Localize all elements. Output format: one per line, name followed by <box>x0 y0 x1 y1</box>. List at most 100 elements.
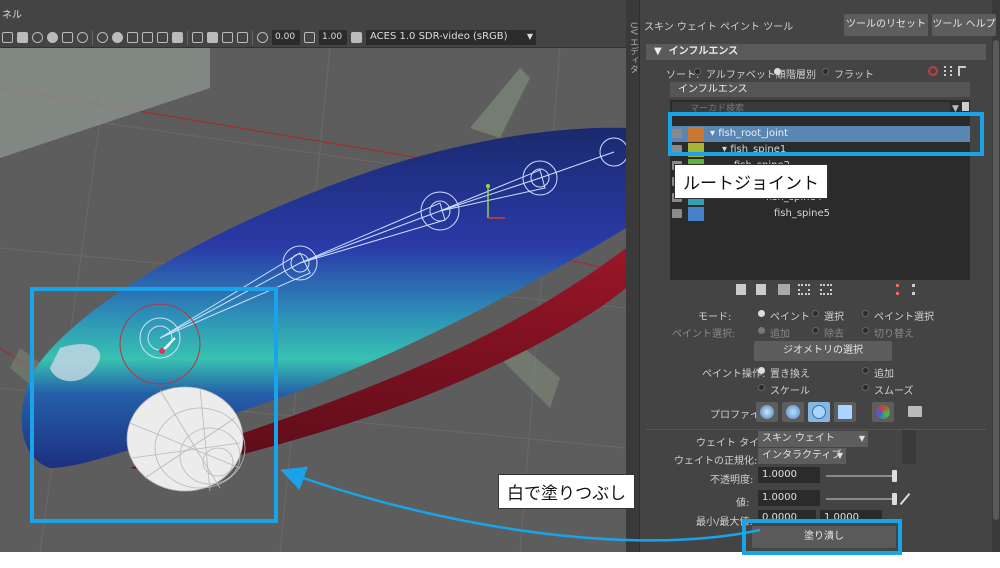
gamma-icon[interactable] <box>304 32 315 43</box>
sort-hierarchy-radio[interactable] <box>774 68 781 75</box>
paint-op-replace-label: 置き換え <box>770 369 810 380</box>
joint-color-swatch <box>688 207 704 221</box>
uv-editor-tab[interactable]: UV エディタ <box>626 0 640 552</box>
paint-select-remove-radio[interactable] <box>812 327 819 334</box>
toolbar-divider <box>252 30 253 45</box>
profile-solid-button[interactable] <box>808 402 830 422</box>
paint-select-add-radio[interactable] <box>758 327 765 334</box>
value-label: 値: <box>736 498 750 509</box>
isolate-icon[interactable] <box>142 32 153 43</box>
opacity-label: 不透明度: <box>710 475 754 486</box>
camera-icon[interactable] <box>2 32 13 43</box>
eye-highlight-box <box>30 287 278 523</box>
shaded-icon[interactable] <box>32 32 43 43</box>
opacity-field[interactable]: 1.0000 <box>758 467 820 483</box>
ao-icon[interactable] <box>112 32 123 43</box>
joint-name: fish_spine5 <box>774 208 831 219</box>
paint-op-add-radio[interactable] <box>862 367 869 374</box>
normalize-label: ウェイトの正規化: <box>674 456 758 467</box>
mode-select-label: 選択 <box>824 312 844 323</box>
opacity-slider[interactable] <box>826 475 896 477</box>
paint-select-remove-label: 除去 <box>824 329 844 340</box>
resolution-gate-icon[interactable] <box>222 32 233 43</box>
profile-soft-button[interactable] <box>782 402 804 422</box>
panel-scrollbar[interactable] <box>992 0 1000 552</box>
value-slider[interactable] <box>826 498 896 500</box>
gamma-field[interactable]: 1.00 <box>319 30 347 45</box>
opacity-slider-handle[interactable] <box>892 470 897 482</box>
flood-button-highlight-box <box>742 519 902 555</box>
folder-icon[interactable] <box>908 406 922 417</box>
root-joint-callout: ルートジョイント <box>674 164 828 199</box>
viewport-panel-title: ネル <box>0 0 626 28</box>
wireframe-icon[interactable] <box>17 32 28 43</box>
color-picker-icon[interactable] <box>899 492 911 506</box>
reset-tool-button[interactable]: ツールのリセット <box>844 14 928 36</box>
paint-operation-label: ペイント操作: <box>702 369 766 380</box>
mirror-weights-icon[interactable] <box>798 284 810 295</box>
tool-title: スキン ウェイト ペイント ツール <box>644 22 794 33</box>
weight-hammer-icon[interactable] <box>778 284 790 295</box>
transfer-weights-icon[interactable] <box>820 284 832 295</box>
paint-select-toggle-radio[interactable] <box>862 327 869 334</box>
film-gate-icon[interactable] <box>207 32 218 43</box>
visibility-icon[interactable] <box>672 209 682 218</box>
safe-area-icon[interactable] <box>237 32 248 43</box>
paint-op-scale-radio[interactable] <box>758 384 765 391</box>
copy-weights-icon[interactable] <box>736 284 746 295</box>
toolbar-divider <box>92 30 93 45</box>
sort-flat-label: フラット <box>834 70 874 81</box>
xray-joints-icon[interactable] <box>172 32 183 43</box>
exposure-field[interactable]: 0.00 <box>272 30 300 45</box>
color-space-select[interactable]: ACES 1.0 SDR-video (sRGB) <box>366 30 536 45</box>
sort-flat-radio[interactable] <box>822 68 829 75</box>
weight-type-select[interactable]: スキン ウェイト <box>758 431 868 447</box>
viewport-toolbar: 0.00 1.00 ACES 1.0 SDR-video (sRGB) <box>0 28 626 48</box>
tool-help-button[interactable]: ツール ヘルプ <box>932 14 996 36</box>
paint-op-smooth-label: スムーズ <box>874 386 914 397</box>
xray-icon[interactable] <box>157 32 168 43</box>
unlock-icon[interactable] <box>912 284 924 295</box>
pin-icon[interactable] <box>928 66 938 76</box>
profile-gaussian-button[interactable] <box>756 402 778 422</box>
mode-select-radio[interactable] <box>812 310 819 317</box>
textured-icon[interactable] <box>47 32 58 43</box>
light-bulb-icon[interactable] <box>77 32 88 43</box>
influence-row[interactable]: fish_spine5 <box>670 206 970 222</box>
grid-icon[interactable] <box>192 32 203 43</box>
profile-custom-button[interactable] <box>872 402 894 422</box>
value-slider-handle[interactable] <box>892 493 897 505</box>
sort-hierarchy-label: 階層別 <box>786 70 816 81</box>
profile-square-button[interactable] <box>834 402 856 422</box>
paint-op-scale-label: スケール <box>770 386 810 397</box>
flood-white-callout: 白で塗りつぶし <box>498 474 636 509</box>
select-geometry-button[interactable]: ジオメトリの選択 <box>754 341 892 361</box>
dorsal-fin <box>470 68 530 138</box>
exposure-icon[interactable] <box>257 32 268 43</box>
sort-alpha-radio[interactable] <box>694 68 701 75</box>
paint-op-smooth-radio[interactable] <box>862 384 869 391</box>
paint-op-replace-radio[interactable] <box>758 367 765 374</box>
mode-paint-label: ペイント <box>770 312 810 323</box>
mode-paint-select-label: ペイント選択 <box>874 312 934 323</box>
paint-select-label: ペイント選択: <box>672 329 736 340</box>
aa-icon[interactable] <box>127 32 138 43</box>
mode-paint-radio[interactable] <box>758 310 765 317</box>
mode-label: モード: <box>698 312 732 323</box>
mode-paint-select-radio[interactable] <box>862 310 869 317</box>
lock-icon[interactable] <box>896 284 908 295</box>
divider <box>646 429 986 430</box>
influence-section-header[interactable]: ▼ インフルエンス <box>646 44 986 60</box>
color-management-icon[interactable] <box>351 32 362 43</box>
weight-settings-spacer <box>902 430 916 464</box>
tree-icon[interactable] <box>958 66 966 76</box>
shadow-icon[interactable] <box>97 32 108 43</box>
paste-weights-icon[interactable] <box>756 284 766 295</box>
search-options-icon[interactable] <box>962 102 969 111</box>
toolbar-divider <box>187 30 188 45</box>
lighting-icon[interactable] <box>62 32 73 43</box>
normalize-select[interactable]: インタラクティブ <box>758 448 846 464</box>
background-plane <box>0 48 210 158</box>
list-icon[interactable] <box>944 66 952 76</box>
value-field[interactable]: 1.0000 <box>758 490 820 506</box>
